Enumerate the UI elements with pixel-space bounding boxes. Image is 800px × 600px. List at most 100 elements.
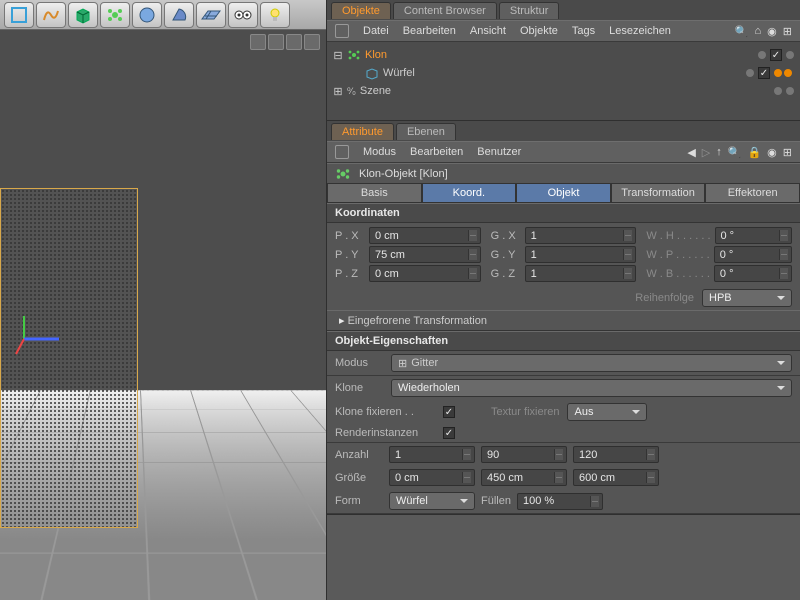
subtab-koord[interactable]: Koord. xyxy=(422,183,517,203)
vp-opt1-icon[interactable] xyxy=(250,34,266,50)
am-menu-bearbeiten[interactable]: Bearbeiten xyxy=(410,146,463,158)
om-tabstrip: Objekte Content Browser Struktur xyxy=(327,0,800,20)
tag-icons[interactable] xyxy=(774,69,794,77)
cube-icon xyxy=(365,66,379,80)
chk-renderinstanzen[interactable] xyxy=(443,427,455,439)
tab-attribute[interactable]: Attribute xyxy=(331,123,394,140)
nav-up-icon[interactable]: ↑ xyxy=(716,146,722,159)
vp-opt3-icon[interactable] xyxy=(286,34,302,50)
tab-objekte[interactable]: Objekte xyxy=(331,2,391,19)
subtab-transformation[interactable]: Transformation xyxy=(611,183,706,203)
expand-icon[interactable]: ⊞ xyxy=(333,85,343,98)
am-menu-icon[interactable] xyxy=(335,145,349,159)
om-menu-ansicht[interactable]: Ansicht xyxy=(470,25,506,37)
tool-floor[interactable] xyxy=(196,2,226,28)
vp-opt4-icon[interactable] xyxy=(304,34,320,50)
tab-struktur[interactable]: Struktur xyxy=(499,2,560,19)
layer-dot[interactable] xyxy=(774,87,782,95)
layer-dot[interactable] xyxy=(746,69,754,77)
eye-icon[interactable]: ◉ xyxy=(767,25,777,38)
om-menu-objekte[interactable]: Objekte xyxy=(520,25,558,37)
dropdown-modus[interactable]: ⊞Gitter xyxy=(391,354,792,372)
section-frozen[interactable]: ▸ Eingefrorene Transformation xyxy=(327,310,800,331)
lbl-fuellen: Füllen xyxy=(481,495,511,507)
layer-dot[interactable] xyxy=(758,51,766,59)
field-groesse-z[interactable]: 600 cm xyxy=(573,469,659,486)
collapse-icon[interactable]: ⊟ xyxy=(333,49,343,62)
tool-cloner[interactable] xyxy=(100,2,130,28)
visible-toggle[interactable] xyxy=(758,67,770,79)
search-icon[interactable]: 🔍 xyxy=(728,146,742,159)
tool-cube[interactable] xyxy=(68,2,98,28)
field-wp[interactable]: 0 ° xyxy=(714,246,792,263)
field-groesse-x[interactable]: 0 cm xyxy=(389,469,475,486)
am-menu-modus[interactable]: Modus xyxy=(363,146,396,158)
dropdown-form[interactable]: Würfel xyxy=(389,492,475,510)
om-menu-icon[interactable] xyxy=(335,24,349,38)
dropdown-reihenfolge[interactable]: HPB xyxy=(702,289,792,307)
tool-sphere[interactable] xyxy=(132,2,162,28)
render-dot[interactable] xyxy=(786,51,794,59)
tree-label: Würfel xyxy=(383,67,415,79)
tool-wedge[interactable] xyxy=(164,2,194,28)
field-gz[interactable]: 1 xyxy=(525,265,637,282)
om-menu-bearbeiten[interactable]: Bearbeiten xyxy=(403,25,456,37)
lbl-pz: P . Z xyxy=(335,268,365,280)
field-anzahl-z[interactable]: 120 xyxy=(573,446,659,463)
expand-icon[interactable]: ⊞ xyxy=(783,146,792,159)
vp-opt2-icon[interactable] xyxy=(268,34,284,50)
section-koordinaten: Koordinaten xyxy=(327,203,800,223)
tree-label: Szene xyxy=(360,85,391,97)
search-icon[interactable]: 🔍 xyxy=(735,25,749,38)
field-gy[interactable]: 1 xyxy=(525,246,637,263)
attr-object-header: Klon-Objekt [Klon] xyxy=(327,163,800,183)
tree-row-klon[interactable]: ⊟ Klon xyxy=(333,46,794,64)
dropdown-klone[interactable]: Wiederholen xyxy=(391,379,792,397)
om-menu-lesezeichen[interactable]: Lesezeichen xyxy=(609,25,671,37)
tree-row-szene[interactable]: ⊞ ⁰⁄₀ Szene xyxy=(333,82,794,100)
expand-icon[interactable]: ⊞ xyxy=(783,25,792,38)
lbl-gy: G . Y xyxy=(491,249,521,261)
render-dot[interactable] xyxy=(786,87,794,95)
nav-fwd-icon[interactable]: ▷ xyxy=(702,146,710,159)
lock-icon[interactable]: 🔒 xyxy=(747,146,761,159)
tool-light[interactable] xyxy=(260,2,290,28)
field-pz[interactable]: 0 cm xyxy=(369,265,481,282)
field-wb[interactable]: 0 ° xyxy=(714,265,792,282)
field-py[interactable]: 75 cm xyxy=(369,246,481,263)
om-menu-tags[interactable]: Tags xyxy=(572,25,595,37)
field-fuellen[interactable]: 100 % xyxy=(517,493,603,510)
tool-deformer[interactable] xyxy=(4,2,34,28)
lbl-modus: Modus xyxy=(335,357,383,369)
subtab-objekt[interactable]: Objekt xyxy=(516,183,611,203)
om-menu-datei[interactable]: Datei xyxy=(363,25,389,37)
subtab-basis[interactable]: Basis xyxy=(327,183,422,203)
lbl-wb: W . B . . . . . . xyxy=(646,268,710,280)
tree-row-wuerfel[interactable]: Würfel xyxy=(333,64,794,82)
tab-ebenen[interactable]: Ebenen xyxy=(396,123,456,140)
field-anzahl-y[interactable]: 90 xyxy=(481,446,567,463)
field-groesse-y[interactable]: 450 cm xyxy=(481,469,567,486)
tool-eyes[interactable] xyxy=(228,2,258,28)
am-menu-benutzer[interactable]: Benutzer xyxy=(477,146,521,158)
field-px[interactable]: 0 cm xyxy=(369,227,481,244)
field-anzahl-x[interactable]: 1 xyxy=(389,446,475,463)
tab-content-browser[interactable]: Content Browser xyxy=(393,2,497,19)
field-wh[interactable]: 0 ° xyxy=(715,227,793,244)
home-icon[interactable]: ⌂ xyxy=(755,25,762,38)
axis-gizmo[interactable] xyxy=(14,314,74,364)
lbl-gx: G . X xyxy=(491,230,521,242)
attr-subtabs: Basis Koord. Objekt Transformation Effek… xyxy=(327,183,800,203)
tool-spline[interactable] xyxy=(36,2,66,28)
dropdown-textur-fixieren[interactable]: Aus xyxy=(567,403,647,421)
subtab-effektoren[interactable]: Effektoren xyxy=(705,183,800,203)
field-gx[interactable]: 1 xyxy=(525,227,637,244)
viewport[interactable] xyxy=(0,30,326,600)
chk-klone-fixieren[interactable] xyxy=(443,406,455,418)
cloner-icon xyxy=(347,48,361,62)
nav-back-icon[interactable]: ◀ xyxy=(687,146,695,159)
object-manager: Objekte Content Browser Struktur Datei B… xyxy=(327,0,800,121)
visible-toggle[interactable] xyxy=(770,49,782,61)
cloner-icon xyxy=(335,166,351,182)
pin-icon[interactable]: ◉ xyxy=(767,146,777,159)
